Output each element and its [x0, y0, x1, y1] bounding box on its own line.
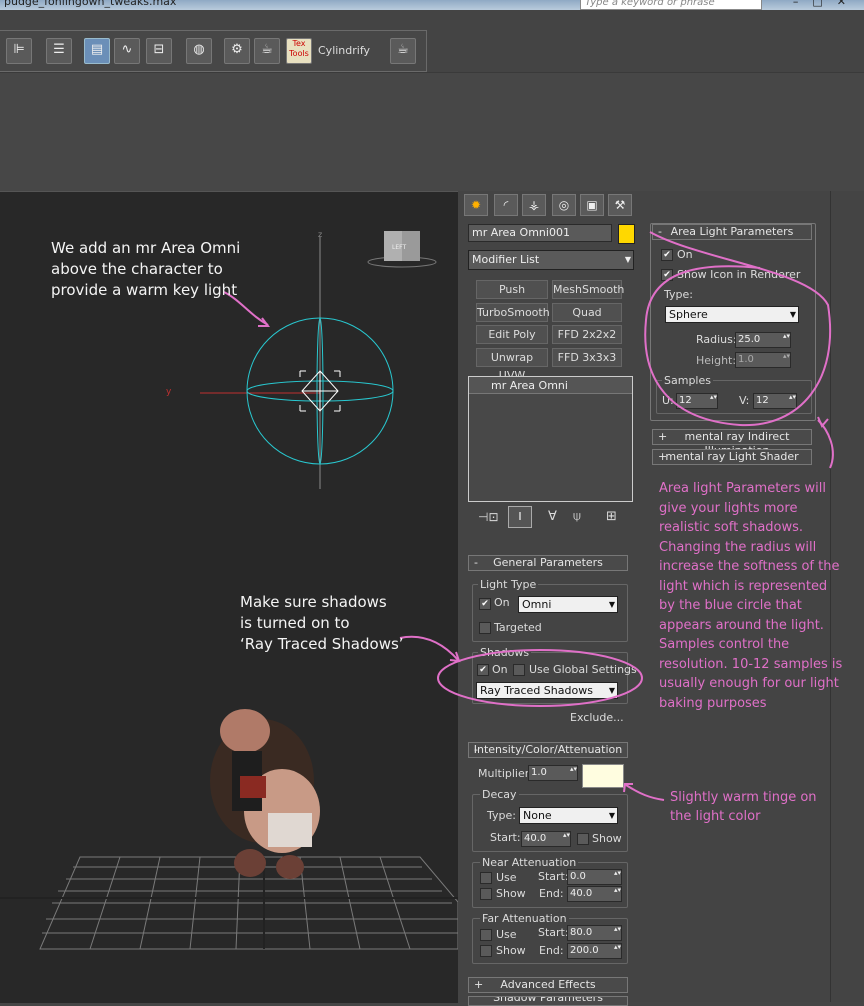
- note-line: Make sure shadows: [240, 593, 387, 611]
- note-line: increase the softness of the: [659, 559, 840, 574]
- note-line: resolution. 10-12 samples is: [659, 656, 843, 672]
- note-line: Area light Parameters will: [659, 481, 827, 496]
- note-line: We add an mr Area Omni: [51, 239, 241, 257]
- note-line: baking purposes: [659, 695, 767, 711]
- note-line: realistic soft shadows.: [659, 520, 804, 535]
- note-line: appears around the light.: [659, 617, 824, 633]
- note-line: above the character to: [51, 260, 223, 278]
- note-line: Samples control the: [659, 637, 790, 652]
- omni-note: We add an mr Area Omni above the charact…: [51, 238, 240, 301]
- color-note-arrow: [625, 784, 665, 801]
- shadows-note-arrow: [399, 635, 459, 661]
- note-line: provide a warm key light: [51, 281, 238, 299]
- note-line: Changing the radius will: [659, 539, 817, 555]
- note-line: give your lights more: [659, 500, 798, 516]
- area-note-arrow: [817, 419, 834, 469]
- color-note: Slightly warm tinge on the light color: [670, 788, 817, 826]
- area-light-highlight-loop: [644, 231, 832, 427]
- shadows-note: Make sure shadows is turned on to ‘Ray T…: [240, 592, 404, 655]
- note-line: the light color: [670, 809, 761, 824]
- shadows-highlight-ellipse: [437, 649, 643, 707]
- note-line: ‘Ray Traced Shadows’: [240, 635, 404, 653]
- note-line: light which is represented: [659, 578, 828, 594]
- note-line: usually enough for our light: [659, 676, 839, 691]
- note-line: by the blue circle that: [659, 598, 802, 613]
- note-line: is turned on to: [240, 614, 350, 632]
- note-line: Slightly warm tinge on: [670, 790, 817, 805]
- area-light-note: Area light Parameters will give your lig…: [659, 479, 842, 713]
